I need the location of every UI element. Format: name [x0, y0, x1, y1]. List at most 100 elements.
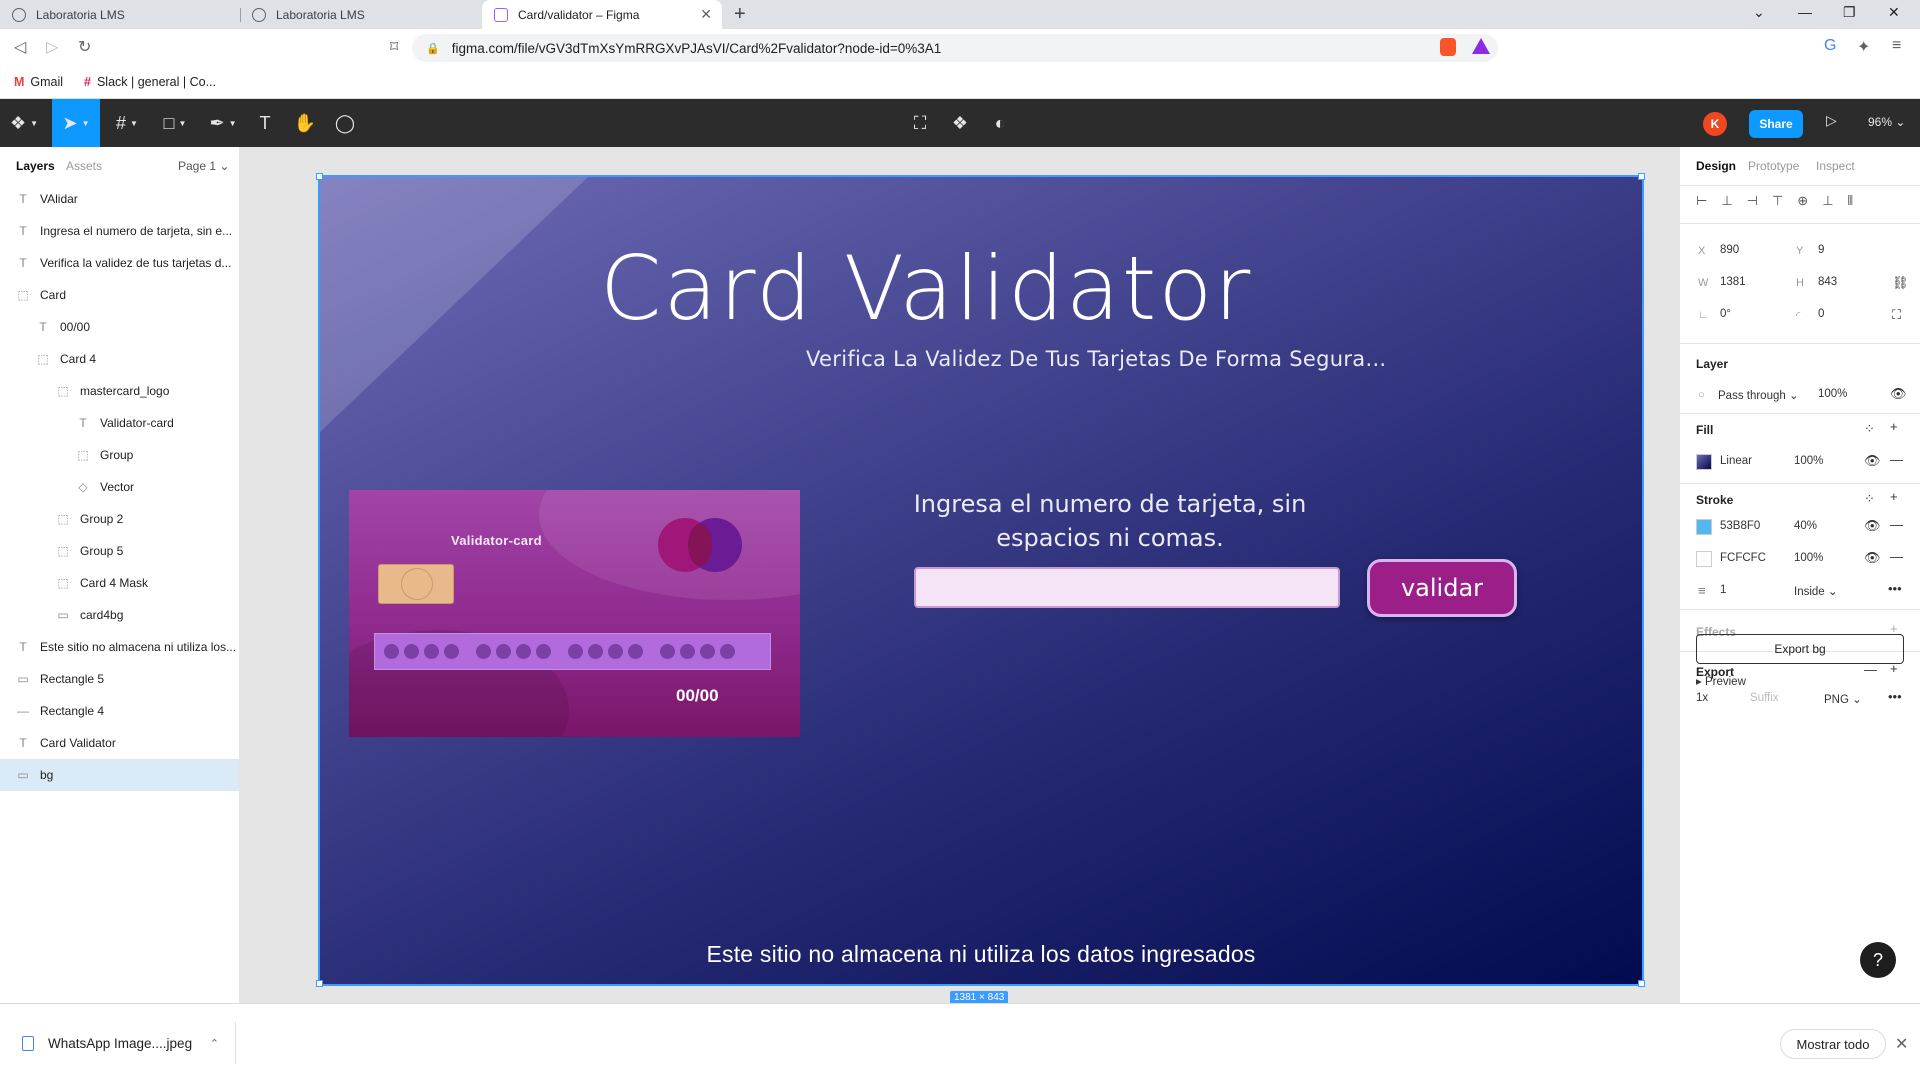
- eye-icon[interactable]: 👁: [1864, 453, 1881, 469]
- export-format-dropdown[interactable]: PNG ⌄: [1824, 692, 1862, 706]
- layer-item[interactable]: ⬚ mastercard_logo: [0, 375, 239, 407]
- frame-tool-button[interactable]: # ▼: [108, 99, 146, 147]
- layer-item[interactable]: — Rectangle 4: [0, 695, 239, 727]
- layer-item[interactable]: ⬚ Group: [0, 439, 239, 471]
- stroke-swatch[interactable]: [1696, 519, 1712, 535]
- layer-item[interactable]: ⬚ Group 5: [0, 535, 239, 567]
- brave-rewards-icon[interactable]: [1472, 38, 1490, 54]
- present-play-icon[interactable]: ▷: [1826, 112, 1837, 129]
- main-menu-button[interactable]: ❖ ▼: [6, 99, 42, 147]
- stroke-opacity[interactable]: 40%: [1794, 520, 1817, 532]
- fill-swatch[interactable]: [1696, 454, 1712, 470]
- reload-icon[interactable]: ↻: [78, 37, 91, 57]
- resize-handle[interactable]: [1638, 980, 1645, 987]
- comment-tool-button[interactable]: ◯: [330, 99, 360, 147]
- page-selector[interactable]: Page 1 ⌄: [178, 159, 229, 173]
- layer-item[interactable]: T VAlidar: [0, 183, 239, 215]
- stroke-opacity[interactable]: 100%: [1794, 552, 1823, 564]
- fill-type[interactable]: Linear: [1720, 455, 1752, 467]
- contrast-button[interactable]: ◐: [985, 99, 1015, 147]
- bookmark-slack[interactable]: # Slack | general | Co...: [84, 75, 216, 89]
- move-tool-button[interactable]: ➤ ▼: [52, 99, 100, 147]
- tab-design[interactable]: Design: [1696, 159, 1736, 173]
- layer-item[interactable]: T Card Validator: [0, 727, 239, 759]
- help-button[interactable]: ?: [1860, 942, 1896, 978]
- chevron-up-icon[interactable]: ⌃: [210, 1037, 219, 1050]
- stroke-swatch[interactable]: [1696, 551, 1712, 567]
- x-field[interactable]: 890: [1720, 244, 1739, 256]
- w-field[interactable]: 1381: [1720, 276, 1746, 288]
- export-button[interactable]: Export bg: [1696, 634, 1904, 664]
- browser-tab-2[interactable]: Laboratoria LMS: [240, 0, 480, 29]
- hand-tool-button[interactable]: ✋: [290, 99, 320, 147]
- components-button[interactable]: ❖: [945, 99, 975, 147]
- back-icon[interactable]: ◁: [14, 37, 26, 57]
- url-field[interactable]: 🔒 figma.com/file/vGV3dTmXsYmRRGXvPJAsVI/…: [412, 34, 1498, 62]
- radius-field[interactable]: 0: [1818, 308, 1824, 320]
- zoom-dropdown[interactable]: 96% ⌄: [1868, 115, 1905, 129]
- text-tool-button[interactable]: T: [250, 99, 280, 147]
- translate-icon[interactable]: G: [1824, 37, 1836, 55]
- h-field[interactable]: 843: [1818, 276, 1837, 288]
- frame-bg[interactable]: Card Validator Verifica La Validez De Tu…: [318, 175, 1644, 986]
- card-number-input[interactable]: [914, 567, 1340, 608]
- remove-stroke-icon[interactable]: —: [1890, 517, 1903, 532]
- close-tab-icon[interactable]: ✕: [700, 6, 712, 23]
- bookmark-icon[interactable]: ⌑: [390, 37, 398, 57]
- forward-icon[interactable]: ▷: [46, 37, 58, 57]
- remove-fill-icon[interactable]: —: [1890, 452, 1903, 467]
- add-fill-icon[interactable]: +: [1890, 419, 1898, 434]
- canvas[interactable]: Card Validator Verifica La Validez De Tu…: [240, 147, 1679, 1003]
- eye-icon[interactable]: 👁: [1864, 550, 1881, 566]
- stroke-position-dropdown[interactable]: Inside ⌄: [1794, 584, 1838, 598]
- stroke-hex[interactable]: 53B8F0: [1720, 520, 1760, 532]
- layer-item[interactable]: ▭ bg: [0, 759, 239, 791]
- blend-mode-dropdown[interactable]: Pass through ⌄: [1718, 388, 1799, 402]
- browser-tab-active[interactable]: Card/validator – Figma ✕: [482, 0, 722, 29]
- tab-layers[interactable]: Layers: [16, 159, 55, 173]
- close-icon[interactable]: ✕: [1895, 1034, 1908, 1054]
- browser-tab-1[interactable]: Laboratoria LMS: [0, 0, 240, 29]
- menu-icon[interactable]: ≡: [1892, 37, 1901, 55]
- stroke-weight[interactable]: 1: [1720, 584, 1726, 596]
- resize-handle[interactable]: [316, 173, 323, 180]
- tab-assets[interactable]: Assets: [66, 159, 102, 173]
- validar-button[interactable]: validar: [1367, 559, 1517, 617]
- more-options-icon[interactable]: •••: [1888, 581, 1902, 596]
- frame-subtitle[interactable]: Verifica La Validez De Tus Tarjetas De F…: [806, 347, 1386, 371]
- layer-item[interactable]: ⬚ Card: [0, 279, 239, 311]
- bookmark-gmail[interactable]: M Gmail: [14, 75, 63, 89]
- eye-icon[interactable]: 👁: [1864, 518, 1881, 534]
- disclaimer-text[interactable]: Este sitio no almacena ni utiliza los da…: [320, 941, 1642, 968]
- styles-grid-icon[interactable]: ⁘: [1864, 491, 1875, 507]
- layer-item[interactable]: ▭ Rectangle 5: [0, 663, 239, 695]
- frame-title[interactable]: Card Validator: [320, 237, 1642, 340]
- layer-item[interactable]: T Este sitio no almacena ni utiliza los..…: [0, 631, 239, 663]
- more-options-icon[interactable]: •••: [1888, 689, 1902, 704]
- tab-inspect[interactable]: Inspect: [1816, 159, 1855, 173]
- add-stroke-icon[interactable]: +: [1890, 489, 1898, 504]
- layer-item[interactable]: ⬚ Card 4 Mask: [0, 567, 239, 599]
- remove-stroke-icon[interactable]: —: [1890, 549, 1903, 564]
- component-crop-button[interactable]: ⛶: [905, 99, 935, 147]
- y-field[interactable]: 9: [1818, 244, 1824, 256]
- layer-item[interactable]: T Verifica la validez de tus tarjetas d..…: [0, 247, 239, 279]
- tab-prototype[interactable]: Prototype: [1748, 159, 1799, 173]
- layer-item[interactable]: T Validator-card: [0, 407, 239, 439]
- tab-search-icon[interactable]: ⌄: [1753, 4, 1765, 21]
- remove-export-icon[interactable]: —: [1864, 662, 1877, 677]
- instructions-text[interactable]: Ingresa el numero de tarjeta, sin espaci…: [890, 487, 1330, 555]
- eye-icon[interactable]: 👁: [1890, 386, 1907, 402]
- minimize-button[interactable]: —: [1798, 4, 1812, 20]
- export-scale[interactable]: 1x: [1696, 692, 1708, 704]
- credit-card[interactable]: Validator-card 00/00: [349, 490, 800, 737]
- avatar[interactable]: K: [1703, 112, 1727, 136]
- close-window-button[interactable]: ✕: [1888, 4, 1900, 21]
- show-all-button[interactable]: Mostrar todo: [1780, 1029, 1886, 1059]
- restore-button[interactable]: ❐: [1843, 4, 1856, 21]
- extensions-icon[interactable]: ✦: [1857, 37, 1870, 57]
- download-item[interactable]: WhatsApp Image....jpeg ⌃: [14, 1022, 236, 1064]
- independent-corners-icon[interactable]: ⛶: [1892, 307, 1901, 323]
- resize-handle[interactable]: [316, 980, 323, 987]
- resize-handle[interactable]: [1638, 173, 1645, 180]
